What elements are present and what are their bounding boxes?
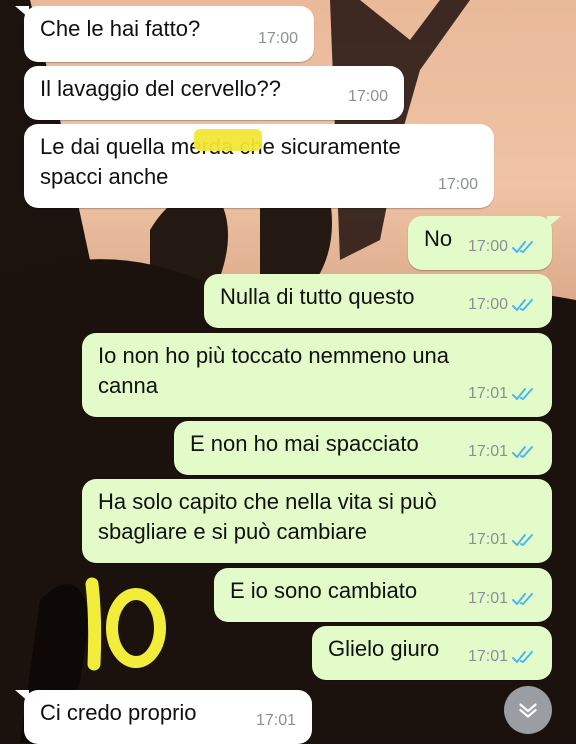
message-bubble-outgoing[interactable]: E io sono cambiato 17:01	[214, 568, 552, 622]
double-check-icon	[512, 299, 533, 311]
message-time: 17:00	[437, 176, 478, 193]
message-bubble-outgoing[interactable]: Nulla di tutto questo 17:00	[204, 274, 552, 328]
annotation-text: 10	[78, 568, 80, 569]
message-bubble-incoming[interactable]: Il lavaggio del cervello?? 17:00	[24, 66, 404, 120]
double-check-icon	[512, 651, 533, 663]
message-time: 17:01	[467, 385, 508, 402]
chevron-down-icon	[519, 703, 537, 718]
bubble-tail	[15, 6, 29, 18]
double-check-icon	[512, 388, 533, 400]
message-bubble-outgoing[interactable]: Glielo giuro 17:01	[312, 626, 552, 680]
message-time: 17:00	[467, 238, 508, 255]
message-time: 17:00	[257, 30, 298, 47]
bubble-tail	[15, 690, 29, 702]
message-time: 17:00	[467, 296, 508, 313]
message-bubble-outgoing[interactable]: Ha solo capito che nella vita si può sba…	[82, 479, 552, 563]
message-time: 17:01	[255, 712, 296, 729]
message-bubble-incoming[interactable]: Ci credo proprio 17:01	[15, 690, 312, 744]
message-time: 17:01	[467, 531, 508, 548]
message-time: 17:01	[467, 648, 508, 665]
message-time: 17:00	[347, 88, 388, 105]
message-text: Il lavaggio del cervello??	[40, 76, 281, 101]
scroll-to-bottom-button[interactable]	[504, 686, 552, 734]
double-check-icon	[512, 534, 533, 546]
censor-highlight	[194, 129, 262, 151]
message-bubble-outgoing[interactable]: No 17:00	[408, 216, 561, 270]
double-check-icon	[512, 446, 533, 458]
double-check-icon	[512, 241, 533, 253]
message-bubble-outgoing[interactable]: E non ho mai spacciato 17:01	[174, 421, 552, 475]
double-check-icon	[512, 593, 533, 605]
handwritten-annotation: 10	[78, 568, 166, 671]
bubble-tail	[547, 216, 561, 228]
message-bubble-outgoing[interactable]: Io non ho più toccato nemmeno una canna …	[82, 333, 552, 417]
message-time: 17:01	[467, 590, 508, 607]
message-time: 17:01	[467, 443, 508, 460]
message-bubble-incoming[interactable]: Che le hai fatto? 17:00	[15, 6, 314, 62]
